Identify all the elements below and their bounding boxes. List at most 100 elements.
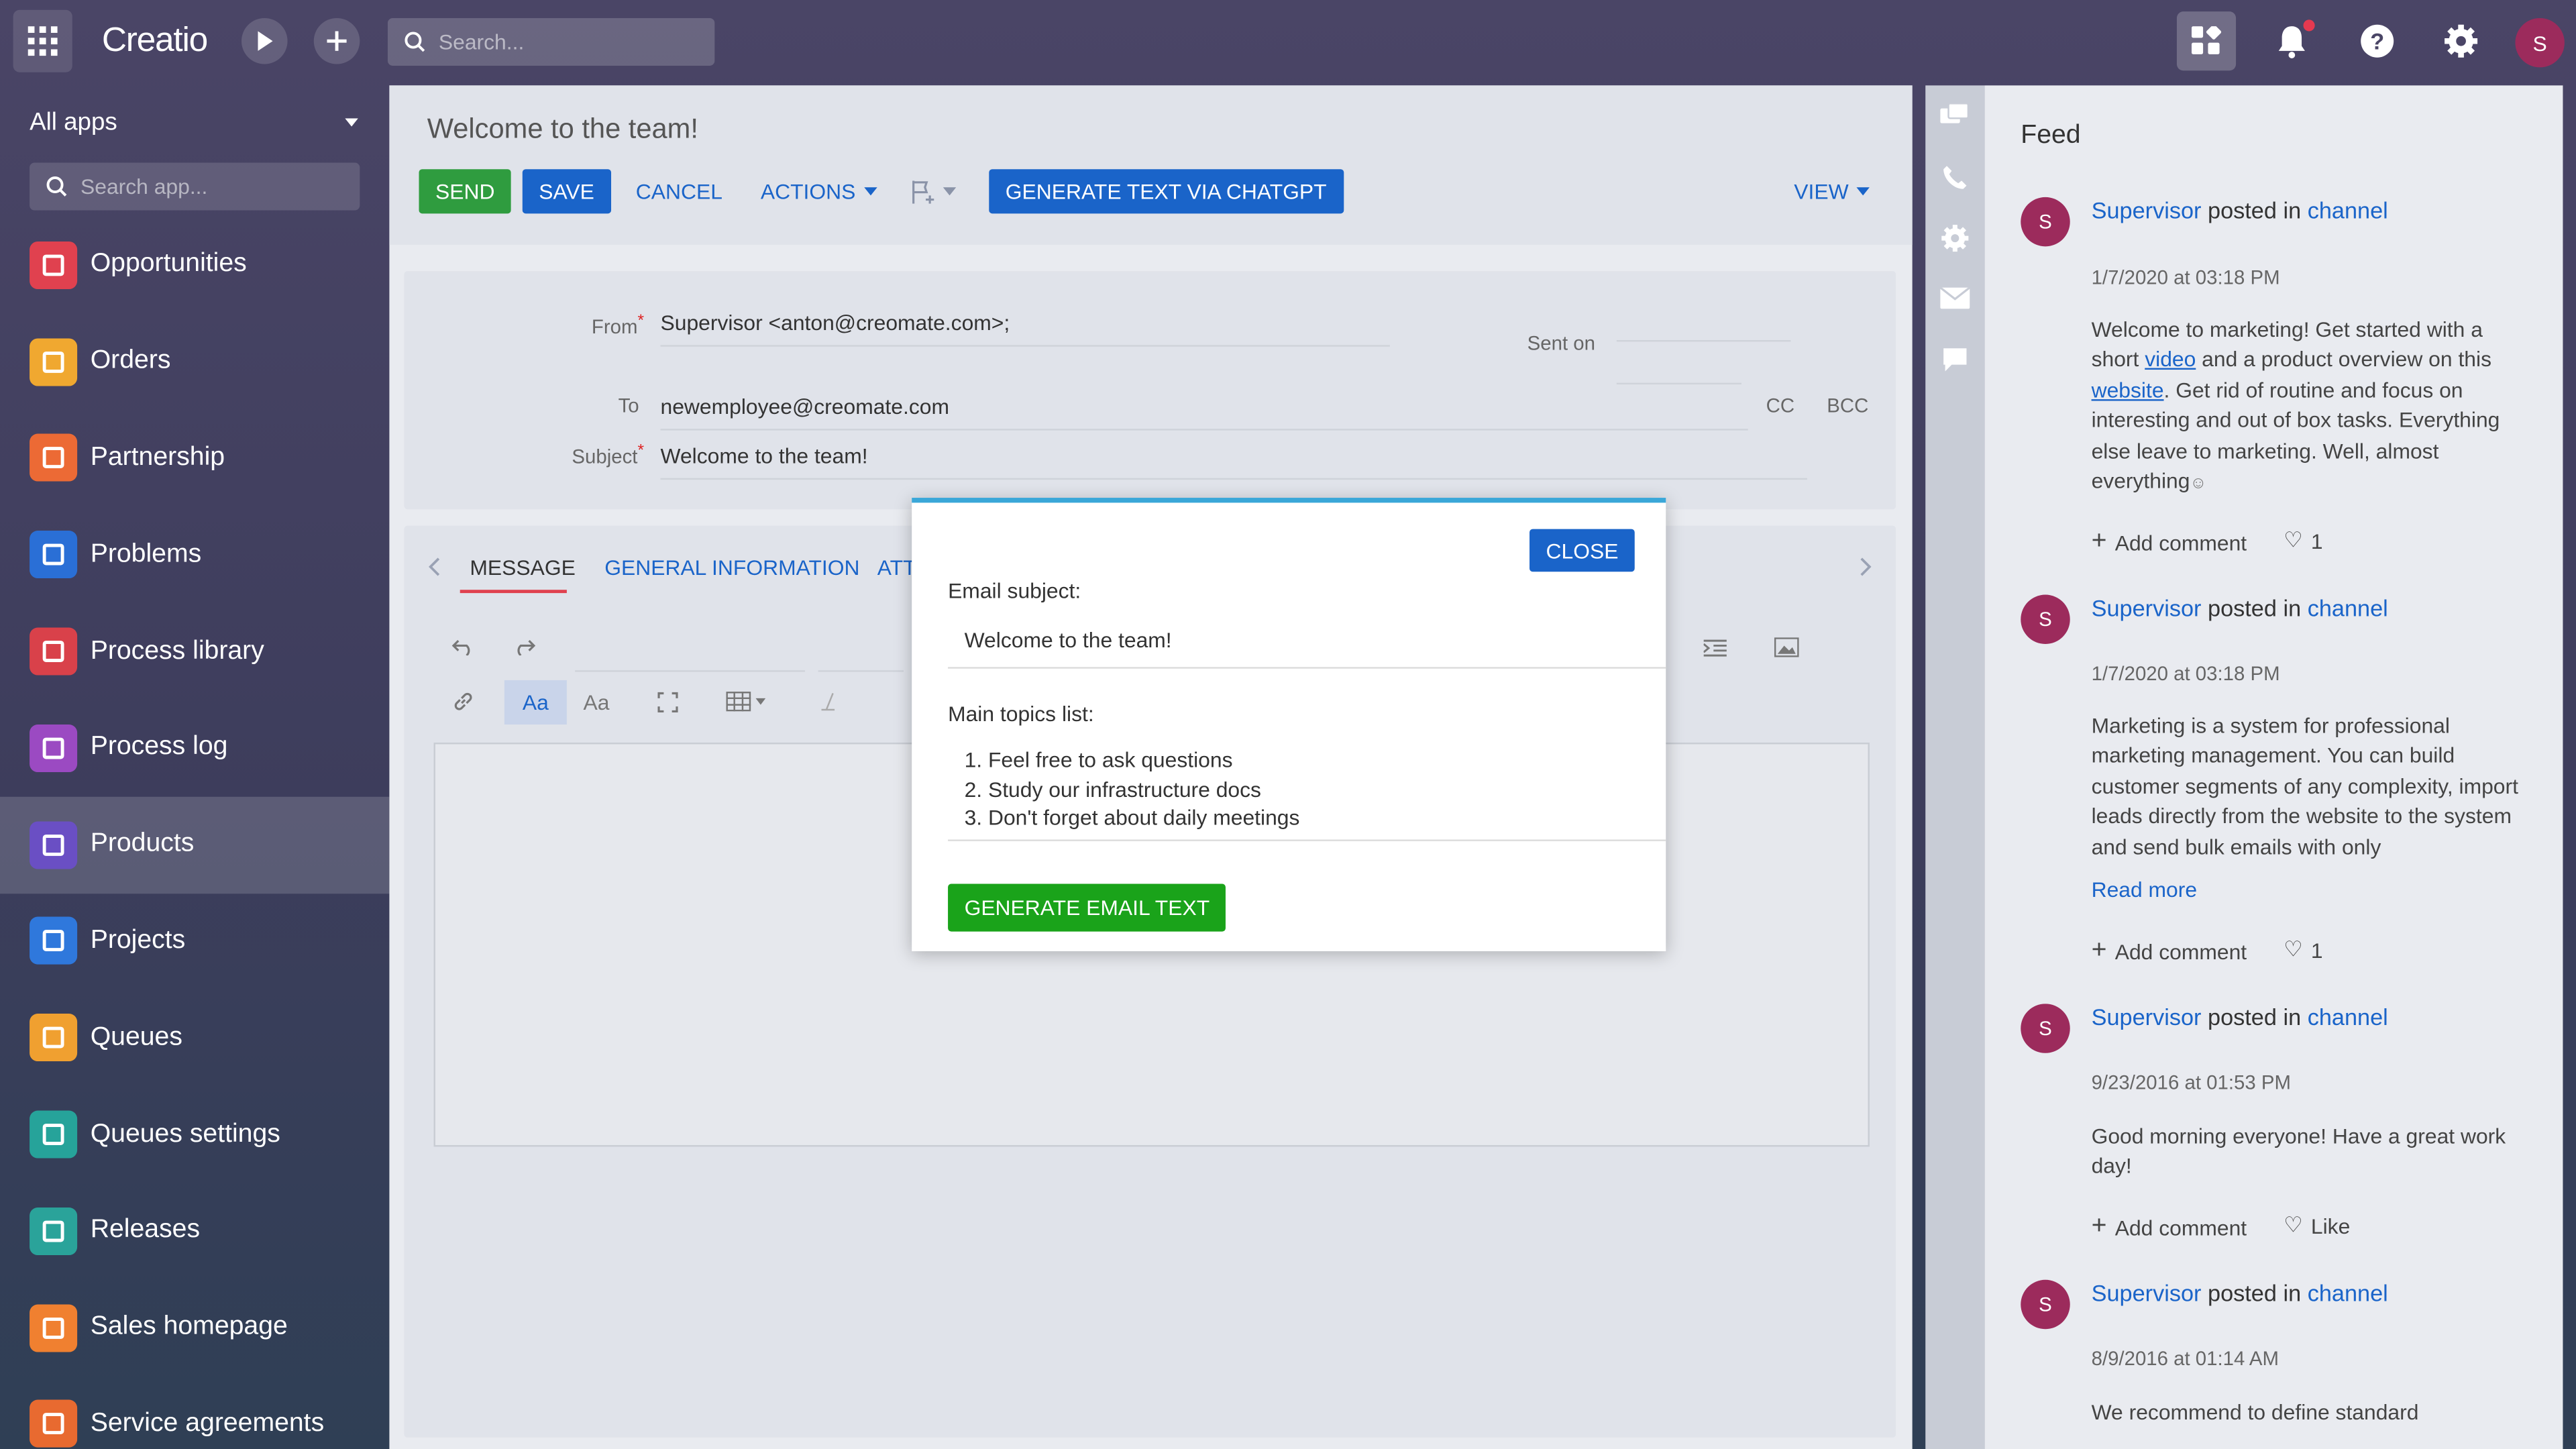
post-author-link[interactable]: Supervisor	[2092, 595, 2202, 621]
tab-general-information[interactable]: GENERAL INFORMATION	[604, 555, 859, 580]
feed-tab-button[interactable]	[1925, 85, 1984, 146]
sidebar-item[interactable]: Projects	[0, 893, 389, 989]
app-search-input[interactable]: Search app...	[30, 162, 360, 211]
settings-button[interactable]	[2432, 11, 2491, 70]
all-apps-dropdown[interactable]: All apps	[30, 108, 358, 137]
dashboards-button[interactable]	[2176, 11, 2237, 71]
global-search-input[interactable]: Search...	[387, 17, 715, 66]
app-grid-button[interactable]	[13, 9, 72, 72]
cancel-button[interactable]: CANCEL	[619, 169, 739, 213]
help-button[interactable]: ?	[2348, 11, 2407, 70]
sidebar-item-label: Products	[90, 830, 195, 858]
post-channel-link[interactable]: channel	[2308, 1280, 2388, 1306]
like-button[interactable]: ♡ 1	[2284, 936, 2323, 963]
redo-button[interactable]	[504, 628, 544, 667]
sidebar-item[interactable]: Releases	[0, 1183, 389, 1279]
chevron-right-icon[interactable]	[1860, 557, 1873, 576]
settings-tab-button[interactable]	[1925, 207, 1984, 268]
calls-tab-button[interactable]	[1925, 146, 1984, 207]
post-channel-link[interactable]: channel	[2308, 197, 2388, 223]
website-link[interactable]: website	[2092, 378, 2164, 402]
run-process-button[interactable]	[241, 17, 288, 64]
email-subject-input[interactable]: Welcome to the team!	[948, 619, 1666, 669]
post-channel-link[interactable]: channel	[2308, 1004, 2388, 1030]
like-count: 1	[2310, 528, 2323, 553]
sidebar-item[interactable]: Sales homepage	[0, 1279, 389, 1376]
post-author-link[interactable]: Supervisor	[2092, 197, 2202, 223]
app-icon	[30, 1110, 78, 1159]
generate-text-chatgpt-button[interactable]: GENERATE TEXT VIA CHATGPT	[989, 169, 1344, 214]
add-comment-button[interactable]: + Add comment	[2092, 1212, 2247, 1242]
sidebar-item[interactable]: Opportunities	[0, 217, 389, 313]
sidebar-item[interactable]: Queues settings	[0, 1086, 389, 1183]
actions-button[interactable]: ACTIONS	[744, 169, 893, 213]
sidebar-item[interactable]: Process log	[0, 700, 389, 796]
fullscreen-button[interactable]	[647, 682, 687, 721]
flag-button[interactable]	[896, 169, 973, 213]
save-button[interactable]: SAVE	[522, 169, 611, 214]
to-field[interactable]: newemployee@creomate.com	[660, 394, 1748, 431]
topics-label: Main topics list:	[948, 701, 1094, 727]
cc-toggle[interactable]: CC	[1766, 394, 1794, 417]
post-avatar[interactable]: S	[2021, 594, 2070, 645]
app-icon	[30, 1303, 78, 1352]
like-button[interactable]: ♡ Like	[2284, 1212, 2350, 1238]
from-field[interactable]: Supervisor <anton@creomate.com>;	[660, 311, 1390, 347]
add-comment-button[interactable]: + Add comment	[2092, 527, 2247, 557]
chevron-left-icon[interactable]	[427, 557, 441, 576]
post-channel-link[interactable]: channel	[2308, 595, 2388, 621]
sidebar-item[interactable]: Partnership	[0, 410, 389, 506]
bcc-toggle[interactable]: BCC	[1827, 394, 1868, 417]
sidebar-item[interactable]: Service agreements	[0, 1376, 389, 1449]
caret-down-icon	[943, 187, 957, 196]
generate-email-text-button[interactable]: GENERATE EMAIL TEXT	[948, 883, 1226, 932]
text-style-button[interactable]: Aa	[577, 682, 616, 721]
add-new-button[interactable]	[313, 17, 360, 64]
post-avatar[interactable]: S	[2021, 1279, 2070, 1330]
post-author-link[interactable]: Supervisor	[2092, 1280, 2202, 1306]
sidebar-item[interactable]: Orders	[0, 313, 389, 410]
app-icon	[30, 1014, 78, 1062]
sidebar-item[interactable]: Problems	[0, 506, 389, 603]
send-button[interactable]: SEND	[419, 169, 511, 214]
topics-textarea[interactable]: 1. Feel free to ask questions 2. Study o…	[948, 746, 1666, 841]
subject-field[interactable]: Welcome to the team!	[660, 443, 1807, 480]
view-button[interactable]: VIEW	[1778, 169, 1886, 213]
tab-attachments[interactable]: ATT	[877, 555, 916, 580]
read-more-link[interactable]: Read more	[2092, 877, 2198, 902]
like-button[interactable]: ♡ 1	[2284, 527, 2323, 553]
envelope-icon	[1940, 287, 1970, 309]
tab-message[interactable]: MESSAGE	[470, 555, 575, 580]
insert-link-button[interactable]	[443, 682, 483, 721]
gear-icon	[2445, 24, 2478, 58]
email-tab-button[interactable]	[1925, 268, 1984, 329]
undo-button[interactable]	[443, 628, 483, 667]
insert-table-button[interactable]	[716, 682, 775, 721]
add-comment-button[interactable]: + Add comment	[2092, 936, 2247, 966]
clear-format-button[interactable]	[810, 682, 849, 721]
close-button[interactable]: CLOSE	[1529, 529, 1635, 572]
messages-tab-button[interactable]	[1925, 329, 1984, 390]
user-avatar[interactable]: S	[2515, 17, 2565, 68]
sidebar-item-label: Orders	[90, 347, 171, 375]
indent-button[interactable]	[1695, 628, 1735, 667]
text-format-button[interactable]: Aa	[504, 680, 567, 725]
notifications-button[interactable]	[2262, 11, 2321, 70]
post-avatar[interactable]: S	[2021, 1004, 2070, 1053]
required-marker: *	[637, 312, 645, 331]
all-apps-label: All apps	[30, 108, 117, 137]
font-size-select[interactable]	[818, 670, 904, 672]
sidebar-item[interactable]: Queues	[0, 989, 389, 1086]
post-avatar[interactable]: S	[2021, 197, 2070, 247]
plus-icon: +	[2091, 527, 2107, 555]
font-family-select[interactable]	[575, 670, 806, 672]
sidebar-item[interactable]: Process library	[0, 603, 389, 700]
video-link[interactable]: video	[2145, 347, 2196, 372]
sent-on-field[interactable]	[1616, 339, 1791, 342]
post-author-link[interactable]: Supervisor	[2092, 1004, 2202, 1030]
sent-on-time-field[interactable]	[1616, 382, 1741, 385]
post-action-text: posted in	[2207, 197, 2302, 224]
insert-image-button[interactable]	[1766, 628, 1806, 667]
sidebar-item[interactable]: Products	[0, 796, 390, 894]
phone-icon	[1943, 165, 1967, 189]
